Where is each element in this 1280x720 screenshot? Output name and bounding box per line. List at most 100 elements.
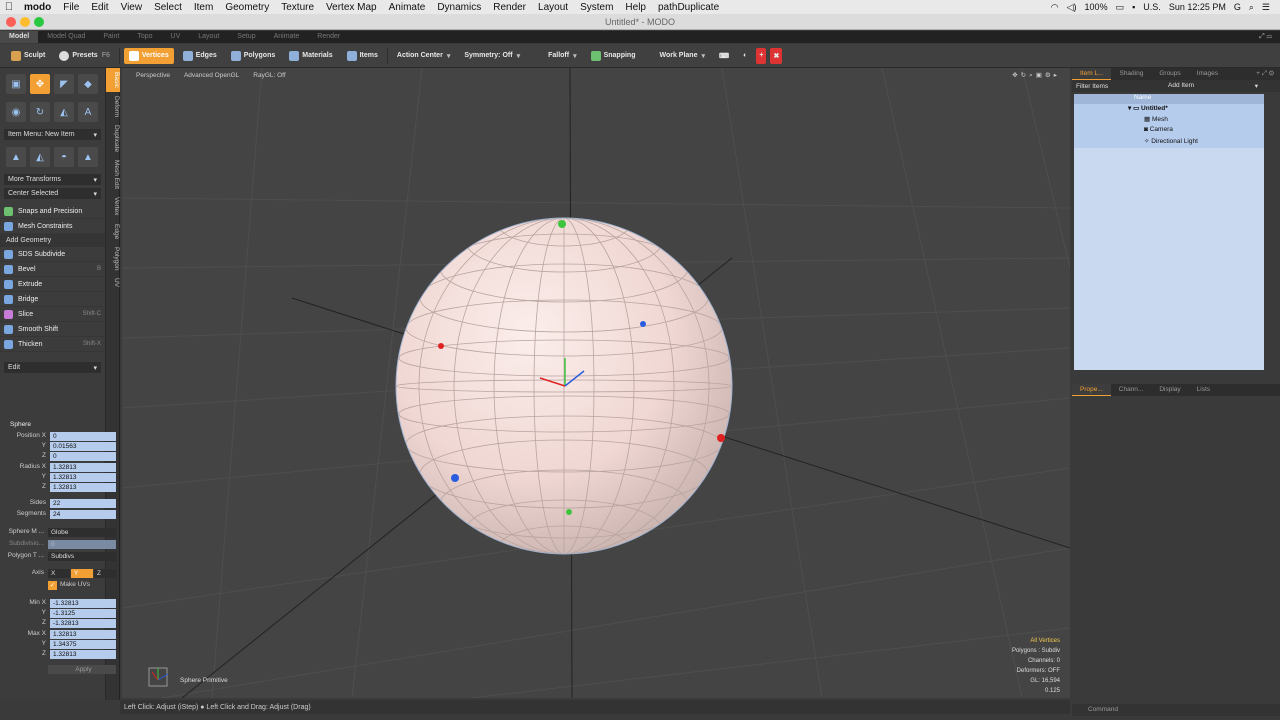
tool-extrude[interactable]: Extrude — [0, 277, 105, 292]
notification-icon[interactable]: ☰ — [1262, 2, 1270, 13]
element-move-icon[interactable]: ◭ — [54, 102, 74, 122]
menu-system[interactable]: System — [574, 2, 619, 13]
menu-item[interactable]: Item — [188, 2, 219, 13]
vtab-edge[interactable]: Edge — [106, 220, 120, 243]
handle-back[interactable] — [640, 321, 646, 327]
menu-help[interactable]: Help — [619, 2, 652, 13]
min-y-field[interactable]: -1.3125 — [50, 609, 116, 618]
position-y-field[interactable]: 0.01563 — [50, 442, 116, 451]
primitive-torus-icon[interactable]: ◓ — [54, 147, 74, 167]
tab-model-quad[interactable]: Model Quad — [38, 31, 94, 43]
axis-y-button[interactable]: Y — [71, 569, 93, 578]
input-source[interactable]: U.S. — [1143, 2, 1161, 12]
tool-bridge[interactable]: Bridge — [0, 292, 105, 307]
primitive-pyramid-icon[interactable]: ◭ — [30, 147, 50, 167]
menu-edit[interactable]: Edit — [85, 2, 114, 13]
item-row-mesh[interactable]: ▦ Mesh — [1074, 115, 1264, 126]
menu-geometry[interactable]: Geometry — [219, 2, 275, 13]
rotate-icon[interactable]: ◤ — [54, 74, 74, 94]
handle-bottom[interactable] — [566, 509, 572, 515]
panel-options-icon[interactable]: + ⤢ ⚙ — [1256, 70, 1280, 78]
vtab-mesh-edit[interactable]: Mesh Edit — [106, 156, 120, 193]
handle-front[interactable] — [451, 474, 459, 482]
radius-x-field[interactable]: 1.32813 — [50, 463, 116, 472]
tab-setup[interactable]: Setup — [228, 31, 264, 43]
vtab-uv[interactable]: UV — [106, 274, 120, 291]
command-input[interactable]: Command — [1072, 704, 1280, 716]
max-y-field[interactable]: 1.34375 — [50, 640, 116, 649]
primitive-cone-icon[interactable]: ▲ — [6, 147, 26, 167]
keyboard-icon[interactable]: ⌨ — [714, 48, 734, 64]
radius-z-field[interactable]: 1.32813 — [50, 483, 116, 492]
snapping-button[interactable]: Snapping — [586, 48, 641, 64]
primitive-tube-icon[interactable]: ▲ — [78, 147, 98, 167]
tab-groups[interactable]: Groups — [1151, 68, 1188, 80]
menu-texture[interactable]: Texture — [275, 2, 320, 13]
menu-select[interactable]: Select — [148, 2, 188, 13]
symmetry-dropdown[interactable]: Symmetry: Off — [459, 48, 525, 64]
raygl-toggle[interactable]: RayGL: Off — [253, 72, 285, 79]
item-row-scene[interactable]: ▾ ▭ Untitled* — [1074, 104, 1264, 115]
handle-right[interactable] — [717, 434, 725, 442]
edges-mode-button[interactable]: Edges — [178, 48, 222, 64]
more-transforms-dropdown[interactable]: More Transforms ▾ — [4, 174, 101, 185]
mesh-constraints-button[interactable]: Mesh Constraints — [0, 219, 105, 234]
filter-items-field[interactable]: Filter Items — [1072, 83, 1168, 90]
tab-render[interactable]: Render — [308, 31, 349, 43]
axis-x-button[interactable]: X — [48, 569, 70, 578]
clock[interactable]: Sun 12:25 PM — [1169, 2, 1226, 12]
polygons-mode-button[interactable]: Polygons — [226, 48, 281, 64]
delete-red-icon[interactable]: ✖ — [770, 47, 783, 64]
viewport-3d[interactable]: Perspective Advanced OpenGL RayGL: Off ✥… — [122, 68, 1070, 698]
center-selected-dropdown[interactable]: Center Selected ▾ — [4, 188, 101, 199]
presets-button[interactable]: Presets F6 — [54, 48, 114, 64]
materials-mode-button[interactable]: Materials — [284, 48, 337, 64]
tab-animate[interactable]: Animate — [265, 31, 309, 43]
menu-vertex-map[interactable]: Vertex Map — [320, 2, 383, 13]
axis-z-button[interactable]: Z — [94, 569, 116, 578]
handle-left[interactable] — [438, 343, 444, 349]
shading-mode-dropdown[interactable]: Advanced OpenGL — [184, 72, 239, 79]
handle-top[interactable] — [558, 220, 566, 228]
position-z-field[interactable]: 0 — [50, 452, 116, 461]
viewport-canvas[interactable] — [122, 68, 1070, 698]
vertices-mode-button[interactable]: Vertices — [123, 47, 174, 64]
radius-y-field[interactable]: 1.32813 — [50, 473, 116, 482]
menu-pathduplicate[interactable]: pathDuplicate — [652, 2, 725, 13]
tab-display[interactable]: Display — [1151, 384, 1188, 396]
tool-slice[interactable]: Slice Shift-C — [0, 307, 105, 322]
segments-field[interactable]: 24 — [50, 510, 116, 519]
snaps-precision-button[interactable]: Snaps and Precision — [0, 204, 105, 219]
select-icon[interactable]: ▣ — [6, 74, 26, 94]
tab-uv[interactable]: UV — [162, 31, 190, 43]
vtab-vertex[interactable]: Vertex — [106, 193, 120, 219]
work-plane-dropdown[interactable]: Work Plane — [654, 48, 710, 64]
item-row-light[interactable]: ✧ Directional Light — [1074, 137, 1264, 148]
tab-shading[interactable]: Shading — [1111, 68, 1151, 80]
tool-smooth-shift[interactable]: Smooth Shift — [0, 322, 105, 337]
text-tool-icon[interactable]: A — [78, 102, 98, 122]
item-menu-dropdown[interactable]: Item Menu: New Item ▾ — [4, 129, 101, 140]
max-x-field[interactable]: 1.32813 — [50, 630, 116, 639]
volume-icon[interactable]: ◁) — [1067, 2, 1077, 13]
apply-button[interactable]: Apply — [48, 665, 116, 674]
battery-label[interactable]: 100% — [1085, 2, 1108, 12]
vtab-polygon[interactable]: Polygon — [106, 243, 120, 275]
expand-icon[interactable]: ⤢ ▭ — [1259, 33, 1280, 41]
tab-lists[interactable]: Lists — [1189, 384, 1218, 396]
move-icon[interactable]: ✥ — [30, 74, 50, 94]
falloff-dropdown[interactable]: Falloff — [543, 48, 582, 64]
tab-channels[interactable]: Chann... — [1111, 384, 1152, 396]
menu-file[interactable]: File — [57, 2, 85, 13]
wifi-icon[interactable]: ◠ — [1051, 2, 1059, 13]
add-red-icon[interactable]: + — [756, 47, 767, 64]
item-row-camera[interactable]: ◙ Camera — [1074, 126, 1264, 137]
min-x-field[interactable]: -1.32813 — [50, 599, 116, 608]
sculpt-button[interactable]: Sculpt — [6, 48, 50, 64]
add-item-dropdown[interactable]: Add Item ▾ — [1168, 82, 1264, 90]
tab-images[interactable]: Images — [1189, 68, 1226, 80]
drop-icon[interactable]: ◆ — [78, 74, 98, 94]
apple-icon[interactable]:  — [0, 1, 18, 13]
vtab-duplicate[interactable]: Duplicate — [106, 121, 120, 156]
tab-paint[interactable]: Paint — [94, 31, 128, 43]
